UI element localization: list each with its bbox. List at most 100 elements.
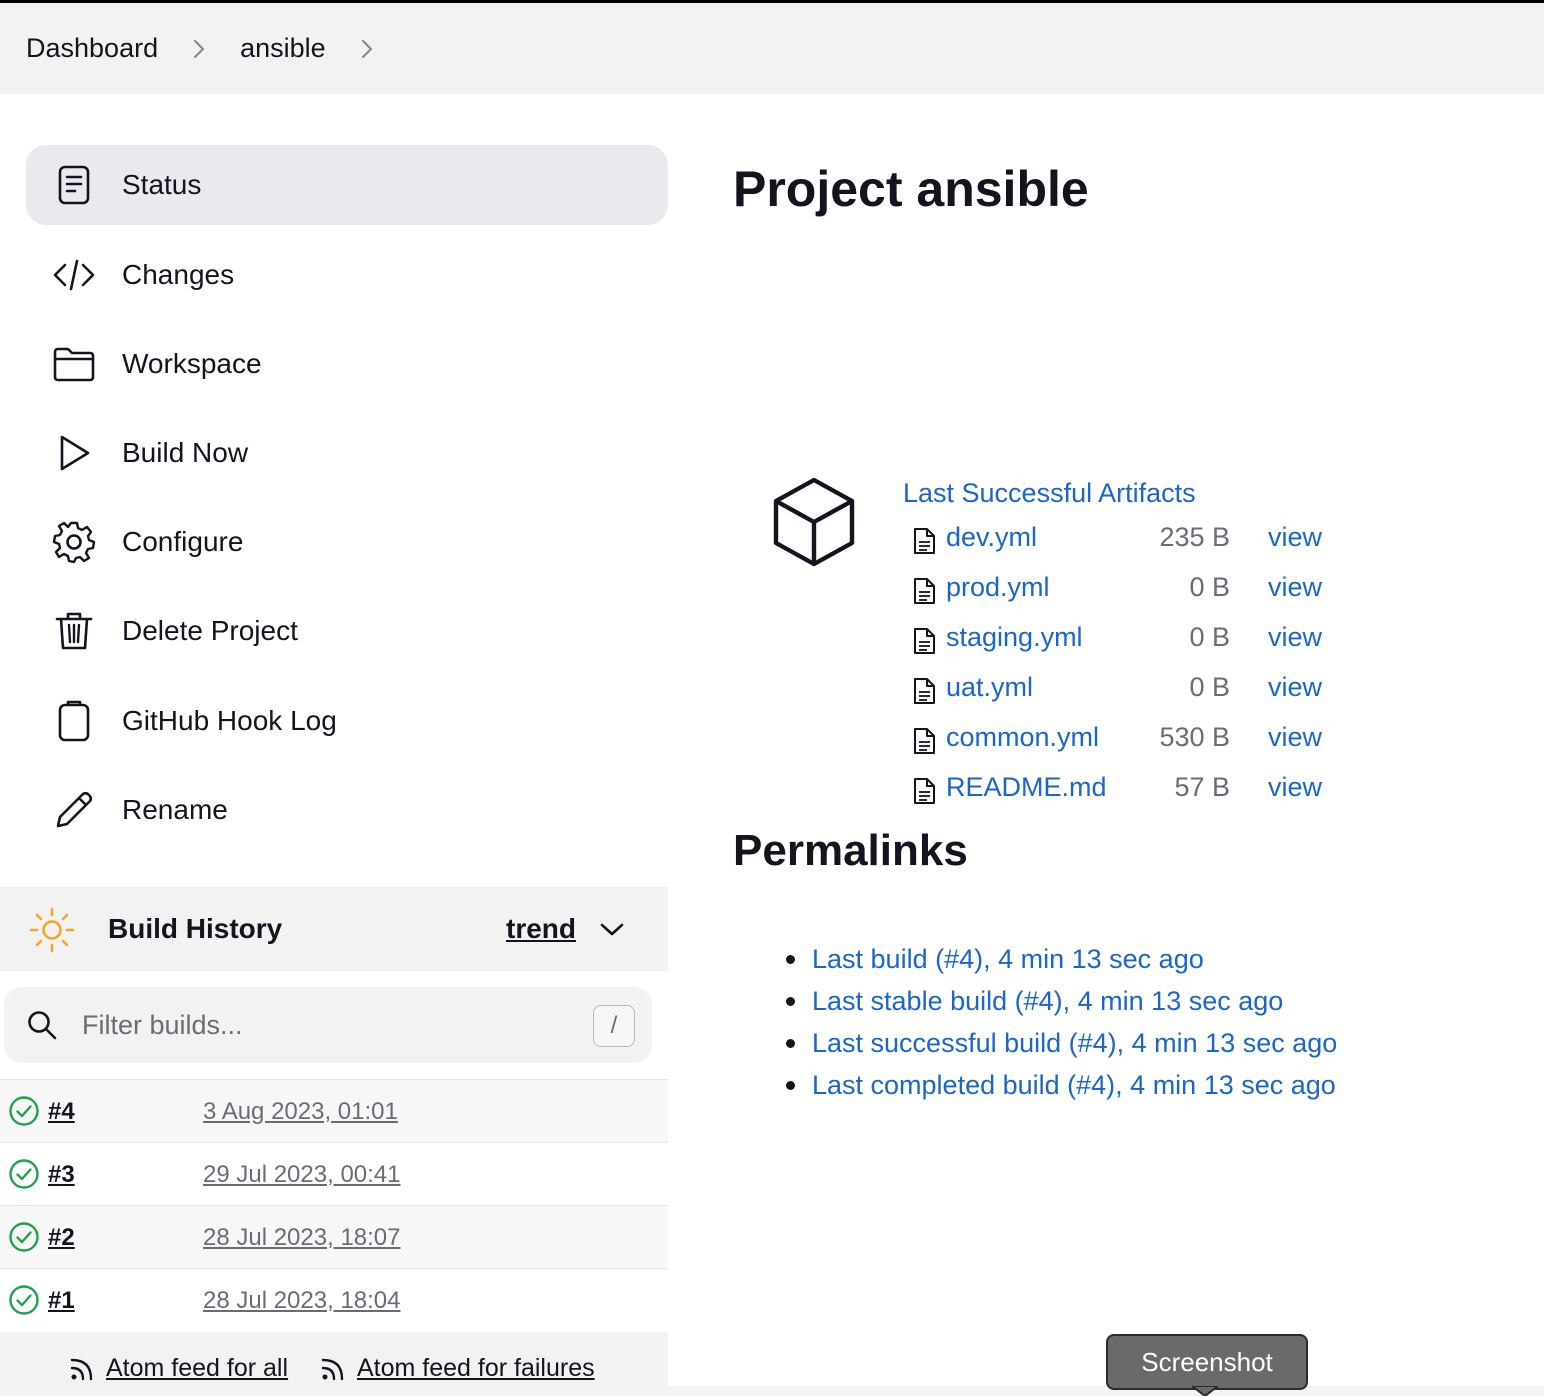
permalink-last-build[interactable]: Last build (#4), 4 min 13 sec ago bbox=[786, 938, 1337, 980]
build-history-title: Build History bbox=[108, 913, 283, 944]
artifact-file-link[interactable]: staging.yml bbox=[946, 622, 1083, 653]
build-date-link[interactable]: 28 Jul 2023, 18:07 bbox=[203, 1224, 401, 1252]
artifact-view-link[interactable]: view bbox=[1268, 772, 1322, 803]
filter-builds-box[interactable]: / bbox=[4, 987, 652, 1063]
build-row[interactable]: #3 29 Jul 2023, 00:41 bbox=[0, 1142, 668, 1206]
breadcrumb: Dashboard ansible bbox=[0, 3, 1544, 94]
file-icon bbox=[914, 578, 935, 604]
filter-builds-input[interactable] bbox=[80, 1001, 564, 1049]
atom-feeds-bar: Atom feed for all Atom feed for failures bbox=[0, 1332, 668, 1396]
atom-feed-failures-label: Atom feed for failures bbox=[357, 1354, 595, 1382]
sidebar-item-label: Build Now bbox=[122, 437, 249, 468]
file-icon bbox=[914, 728, 935, 754]
page-title: Project ansible bbox=[733, 161, 1089, 217]
sidebar-item-label: Configure bbox=[122, 526, 244, 557]
breadcrumb-dashboard[interactable]: Dashboard bbox=[26, 33, 158, 64]
artifact-view-link[interactable]: view bbox=[1268, 722, 1322, 753]
trash-icon bbox=[26, 609, 122, 653]
artifact-row: README.md 57 B view bbox=[908, 768, 1348, 814]
last-successful-artifacts-link[interactable]: Last Successful Artifacts bbox=[903, 478, 1196, 509]
permalinks-list: Last build (#4), 4 min 13 sec ago Last s… bbox=[786, 938, 1337, 1106]
artifact-size: 0 B bbox=[1189, 622, 1230, 652]
atom-feed-failures-link[interactable]: Atom feed for failures bbox=[319, 1354, 595, 1383]
sidebar-item-label: Workspace bbox=[122, 348, 262, 379]
artifact-view-link[interactable]: view bbox=[1268, 672, 1322, 703]
artifact-size: 235 B bbox=[1159, 522, 1230, 552]
sidebar-item-workspace[interactable]: Workspace bbox=[26, 324, 668, 404]
artifact-file-link[interactable]: common.yml bbox=[946, 722, 1099, 753]
sidebar-item-label: Delete Project bbox=[122, 615, 298, 646]
gear-icon bbox=[26, 520, 122, 564]
artifact-view-link[interactable]: view bbox=[1268, 622, 1322, 653]
trend-link[interactable]: trend bbox=[506, 913, 576, 945]
permalinks-heading: Permalinks bbox=[733, 826, 968, 875]
file-icon bbox=[914, 678, 935, 704]
build-number-link[interactable]: #3 bbox=[48, 1161, 75, 1189]
permalink-last-stable-build[interactable]: Last stable build (#4), 4 min 13 sec ago bbox=[786, 980, 1337, 1022]
artifact-row: common.yml 530 B view bbox=[908, 718, 1348, 764]
success-check-icon bbox=[9, 1096, 39, 1126]
artifact-view-link[interactable]: view bbox=[1268, 522, 1322, 553]
chevron-right-icon[interactable] bbox=[178, 37, 220, 61]
build-history-header: Build History trend bbox=[0, 887, 668, 971]
sidebar-item-label: Rename bbox=[122, 794, 228, 825]
artifact-size: 0 B bbox=[1189, 672, 1230, 702]
build-date-link[interactable]: 28 Jul 2023, 18:04 bbox=[203, 1287, 401, 1315]
package-icon bbox=[773, 477, 855, 567]
artifact-view-link[interactable]: view bbox=[1268, 572, 1322, 603]
sidebar-item-status[interactable]: Status bbox=[26, 145, 668, 225]
build-number-link[interactable]: #2 bbox=[48, 1224, 75, 1252]
chevron-right-icon[interactable] bbox=[346, 37, 388, 61]
permalink-last-completed-build[interactable]: Last completed build (#4), 4 min 13 sec … bbox=[786, 1064, 1337, 1106]
breadcrumb-ansible[interactable]: ansible bbox=[240, 33, 326, 64]
artifact-file-link[interactable]: prod.yml bbox=[946, 572, 1050, 603]
permalink-last-successful-build[interactable]: Last successful build (#4), 4 min 13 sec… bbox=[786, 1022, 1337, 1064]
build-row[interactable]: #4 3 Aug 2023, 01:01 bbox=[0, 1079, 668, 1143]
screenshot-tooltip: Screenshot bbox=[1106, 1334, 1308, 1390]
chevron-down-icon[interactable] bbox=[598, 917, 626, 941]
sidebar-item-github-hook-log[interactable]: GitHub Hook Log bbox=[26, 681, 668, 761]
artifact-size: 0 B bbox=[1189, 572, 1230, 602]
artifact-row: dev.yml 235 B view bbox=[908, 518, 1348, 564]
build-number-link[interactable]: #4 bbox=[48, 1098, 75, 1126]
folder-icon bbox=[26, 342, 122, 386]
pencil-icon bbox=[26, 788, 122, 832]
atom-feed-all-label: Atom feed for all bbox=[106, 1354, 289, 1382]
search-icon bbox=[28, 1011, 57, 1040]
build-number-link[interactable]: #1 bbox=[48, 1287, 75, 1315]
file-icon bbox=[914, 528, 935, 554]
artifact-file-link[interactable]: uat.yml bbox=[946, 672, 1033, 703]
build-row[interactable]: #1 28 Jul 2023, 18:04 bbox=[0, 1268, 668, 1332]
clipboard-icon bbox=[26, 699, 122, 743]
sidebar-item-build-now[interactable]: Build Now bbox=[26, 413, 668, 493]
sidebar-item-label: Changes bbox=[122, 259, 235, 290]
artifact-row: prod.yml 0 B view bbox=[908, 568, 1348, 614]
sidebar-item-delete-project[interactable]: Delete Project bbox=[26, 591, 668, 671]
artifact-file-link[interactable]: README.md bbox=[946, 772, 1107, 803]
artifact-size: 57 B bbox=[1174, 772, 1230, 802]
sidebar-item-changes[interactable]: Changes bbox=[26, 235, 668, 315]
success-check-icon bbox=[9, 1285, 39, 1315]
sidebar-item-rename[interactable]: Rename bbox=[26, 770, 668, 850]
rss-icon bbox=[70, 1358, 93, 1380]
artifact-row: uat.yml 0 B view bbox=[908, 668, 1348, 714]
atom-feed-all-link[interactable]: Atom feed for all bbox=[68, 1354, 288, 1383]
artifact-size: 530 B bbox=[1159, 722, 1230, 752]
sidebar-item-label: Status bbox=[122, 169, 202, 200]
sidebar-item-label: GitHub Hook Log bbox=[122, 705, 337, 736]
keyboard-shortcut-badge: / bbox=[593, 1005, 635, 1047]
build-date-link[interactable]: 29 Jul 2023, 00:41 bbox=[203, 1161, 401, 1189]
code-icon bbox=[26, 253, 122, 297]
file-icon bbox=[914, 778, 935, 804]
file-icon bbox=[914, 628, 935, 654]
rss-icon bbox=[321, 1358, 344, 1380]
success-check-icon bbox=[9, 1222, 39, 1252]
footer-strip bbox=[668, 1386, 1544, 1396]
success-check-icon bbox=[9, 1159, 39, 1189]
artifact-file-link[interactable]: dev.yml bbox=[946, 522, 1037, 553]
build-row[interactable]: #2 28 Jul 2023, 18:07 bbox=[0, 1205, 668, 1269]
build-date-link[interactable]: 3 Aug 2023, 01:01 bbox=[203, 1098, 398, 1126]
tooltip-pointer bbox=[1192, 1386, 1218, 1396]
sidebar-item-configure[interactable]: Configure bbox=[26, 502, 668, 582]
play-icon bbox=[26, 431, 122, 475]
